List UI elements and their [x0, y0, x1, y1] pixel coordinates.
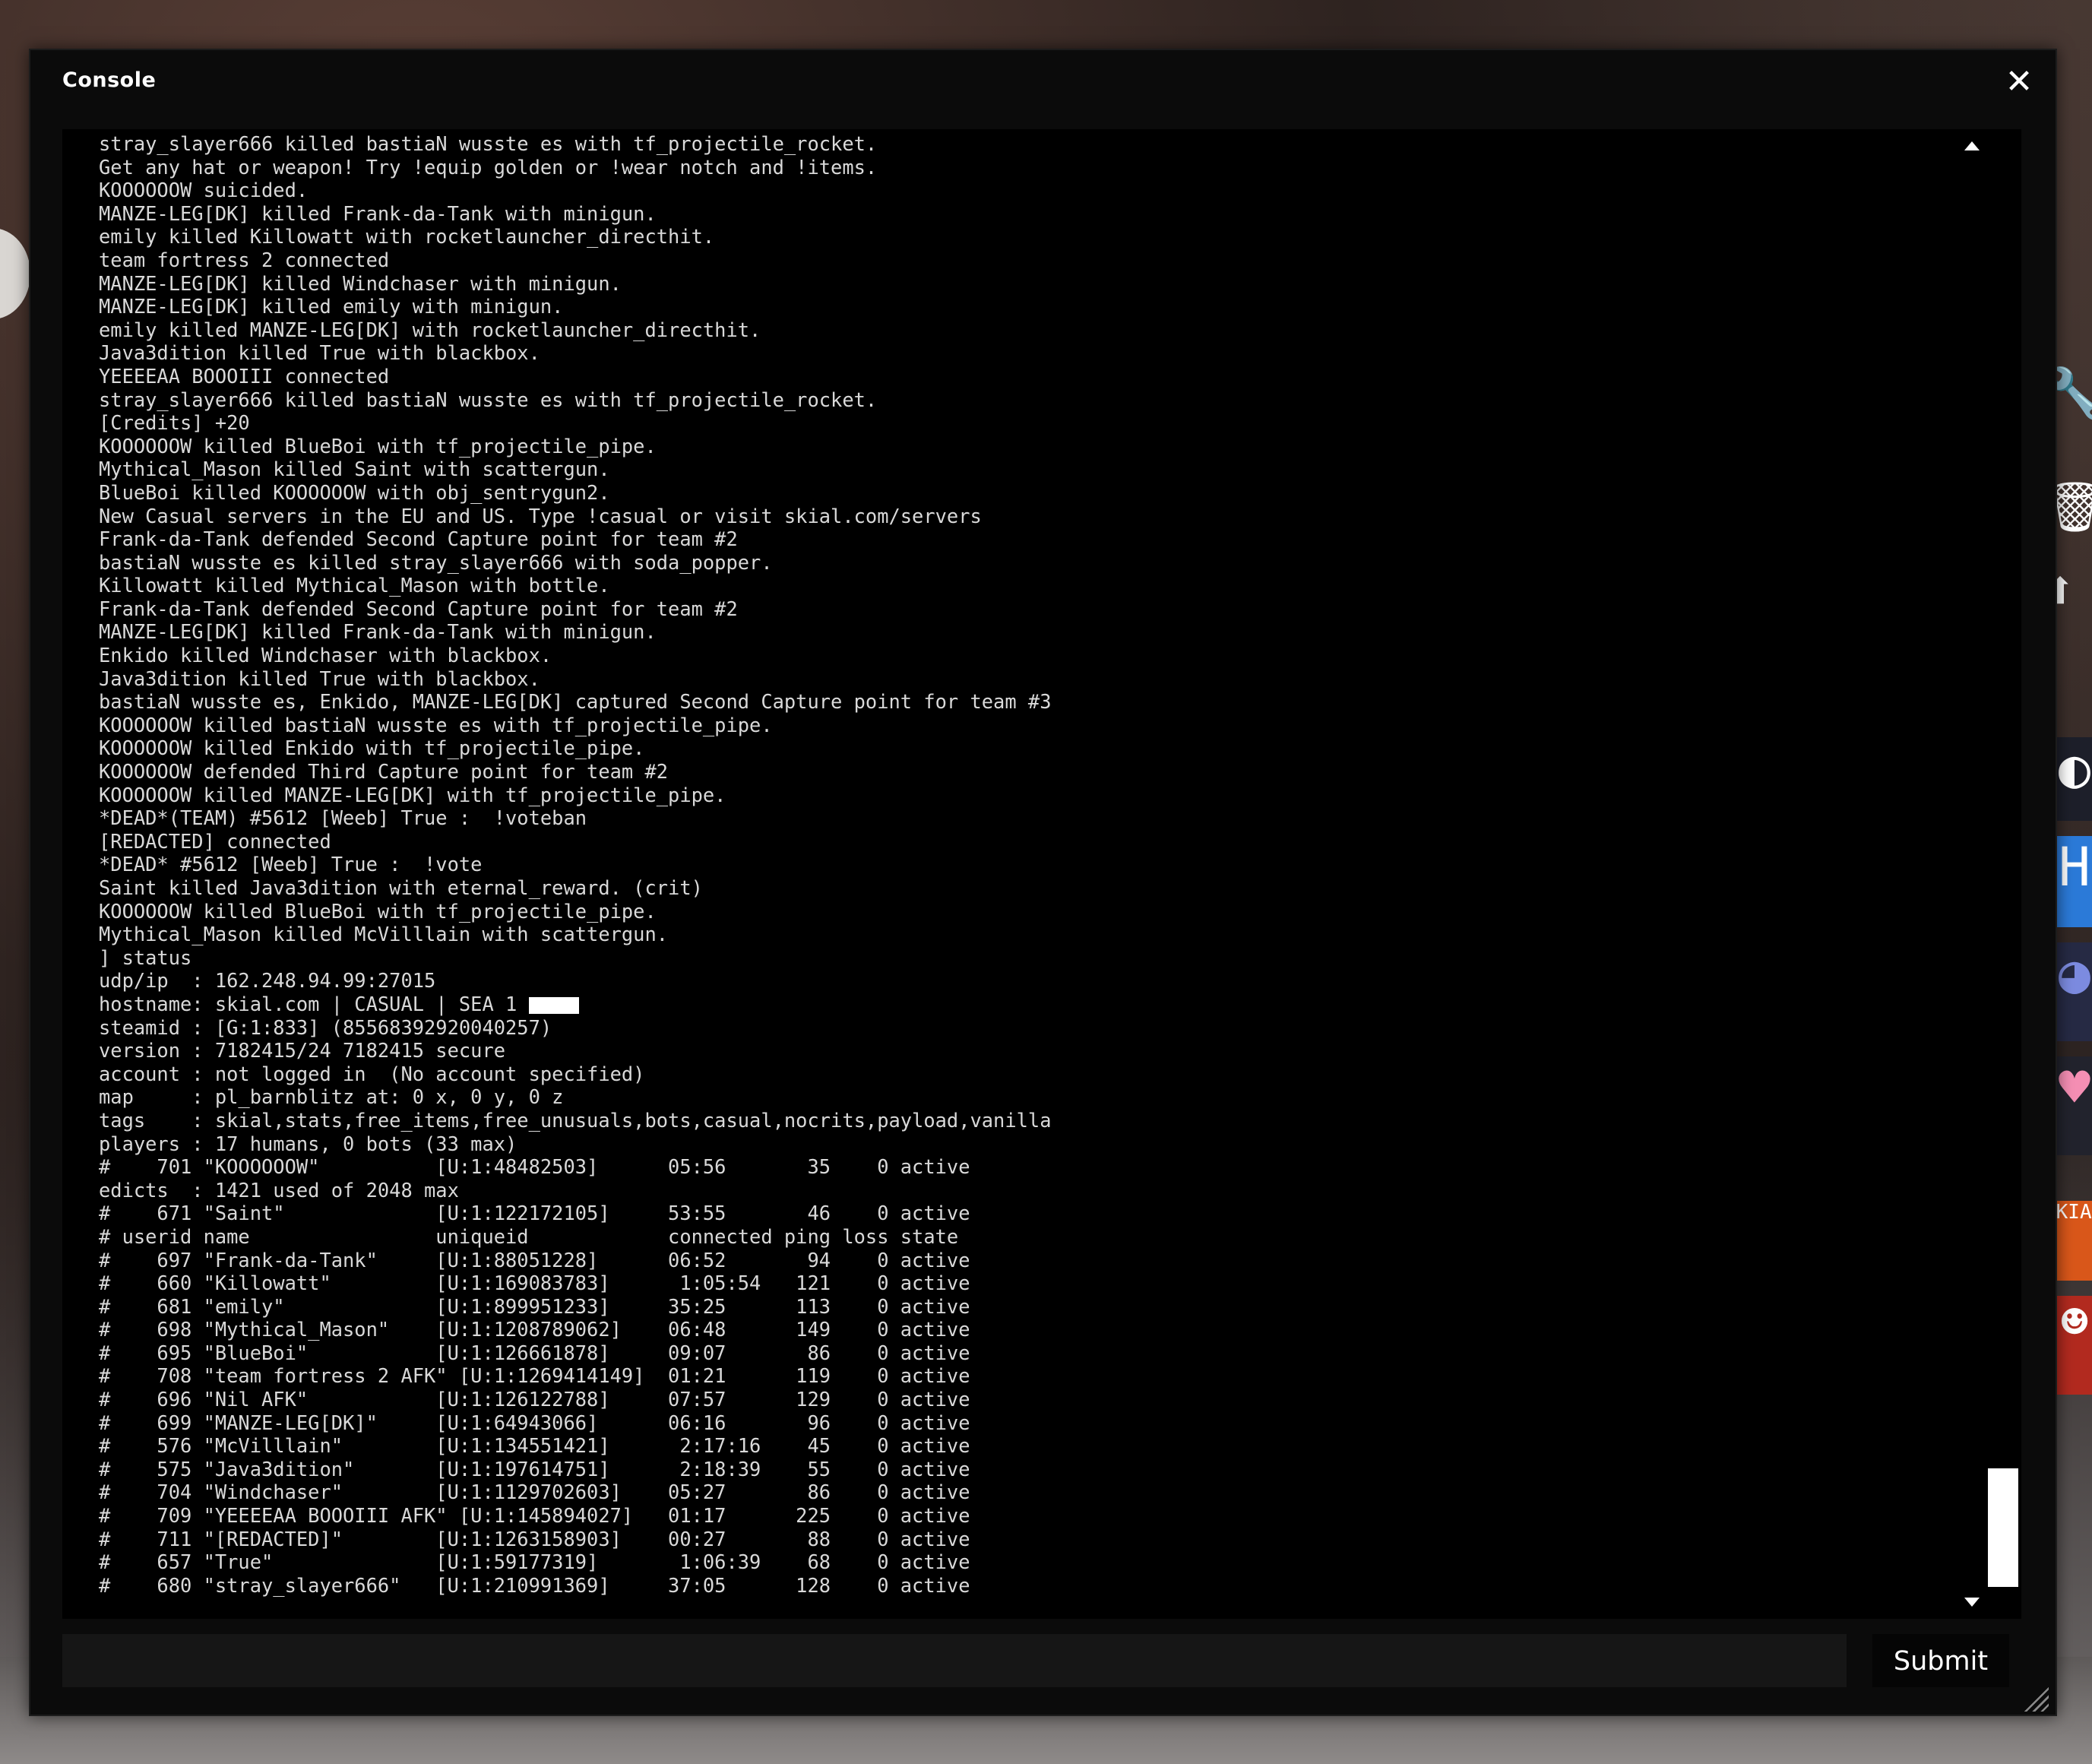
- log-line: players : 17 humans, 0 bots (33 max): [99, 1132, 517, 1155]
- log-line: Frank-da-Tank defended Second Capture po…: [99, 597, 738, 620]
- log-line: YEEEEAA BOOOIII connected: [99, 364, 390, 388]
- log-line: edicts : 1421 used of 2048 max: [99, 1178, 459, 1202]
- log-line: MANZE-LEG[DK] killed emily with minigun.: [99, 295, 564, 318]
- log-line: [Credits] +20: [99, 411, 250, 435]
- submit-button[interactable]: Submit: [1872, 1634, 2009, 1687]
- log-line: bastiaN wusste es killed stray_slayer666…: [99, 550, 773, 574]
- log-line: # 704 "Windchaser" [U:1:1129702603] 05:2…: [99, 1481, 970, 1504]
- resize-grip-icon[interactable]: [2021, 1684, 2049, 1712]
- log-line: # 657 "True" [U:1:59177319] 1:06:39 68 0…: [99, 1550, 970, 1574]
- log-line: KOOOOOOW killed Enkido with tf_projectil…: [99, 736, 645, 760]
- log-line: tags : skial,stats,free_items,free_unusu…: [99, 1108, 1052, 1132]
- log-line: map : pl_barnblitz at: 0 x, 0 y, 0 z: [99, 1085, 564, 1109]
- log-line: bastiaN wusste es, Enkido, MANZE-LEG[DK]…: [99, 690, 1052, 714]
- log-line: # 701 "KOOOOOOW" [U:1:48482503] 05:56 35…: [99, 1155, 970, 1179]
- log-line: MANZE-LEG[DK] killed Frank-da-Tank with …: [99, 201, 657, 225]
- log-line: stray_slayer666 killed bastiaN wusste es…: [99, 132, 878, 155]
- log-line: # 660 "Killowatt" [U:1:169083783] 1:05:5…: [99, 1272, 970, 1295]
- log-line: stray_slayer666 killed bastiaN wusste es…: [99, 388, 878, 411]
- log-line: # 575 "Java3dition" [U:1:197614751] 2:18…: [99, 1457, 970, 1481]
- log-line: udp/ip : 162.248.94.99:27015: [99, 969, 436, 993]
- log-line: # 711 "[REDACTED]" [U:1:1263158903] 00:2…: [99, 1527, 970, 1550]
- log-line: # 696 "Nil AFK" [U:1:126122788] 07:57 12…: [99, 1388, 970, 1411]
- log-line: *DEAD*(TEAM) #5612 [Weeb] True : !voteba…: [99, 806, 587, 830]
- log-line: team fortress 2 connected: [99, 248, 390, 271]
- log-line: account : not logged in (No account spec…: [99, 1062, 645, 1085]
- background-object: [0, 228, 30, 319]
- log-line: # 576 "McVilllain" [U:1:134551421] 2:17:…: [99, 1434, 970, 1458]
- log-line: # 680 "stray_slayer666" [U:1:210991369] …: [99, 1573, 970, 1597]
- log-line: version : 7182415/24 7182415 secure: [99, 1039, 506, 1063]
- log-line: # userid name uniqueid connected ping lo…: [99, 1224, 959, 1248]
- log-line: Get any hat or weapon! Try !equip golden…: [99, 155, 878, 179]
- log-line: KOOOOOOW killed MANZE-LEG[DK] with tf_pr…: [99, 783, 726, 806]
- log-line: MANZE-LEG[DK] killed Frank-da-Tank with …: [99, 620, 657, 644]
- log-line: ] status: [99, 945, 192, 969]
- log-line: # 699 "MANZE-LEG[DK]" [U:1:64943066] 06:…: [99, 1411, 970, 1434]
- log-line: Saint killed Java3dition with eternal_re…: [99, 876, 703, 899]
- log-line: # 708 "team fortress 2 AFK" [U:1:1269414…: [99, 1364, 970, 1388]
- console-log-area[interactable]: stray_slayer666 killed bastiaN wusste es…: [62, 129, 2021, 1619]
- log-line: KOOOOOOW defended Third Capture point fo…: [99, 760, 669, 784]
- log-line: BlueBoi killed KOOOOOOW with obj_sentryg…: [99, 480, 610, 504]
- console-title: Console: [62, 68, 157, 92]
- scroll-up-arrow-icon[interactable]: [1964, 141, 1980, 150]
- log-line: KOOOOOOW suicided.: [99, 179, 309, 202]
- log-line: New Casual servers in the EU and US. Typ…: [99, 504, 982, 527]
- log-line: MANZE-LEG[DK] killed Windchaser with min…: [99, 271, 622, 295]
- console-log: stray_slayer666 killed bastiaN wusste es…: [99, 132, 1953, 1597]
- log-line: *DEAD* #5612 [Weeb] True : !vote: [99, 853, 483, 876]
- log-line: Mythical_Mason killed Saint with scatter…: [99, 458, 610, 481]
- scrollbar-thumb[interactable]: [1988, 1468, 2018, 1587]
- console-command-input[interactable]: [62, 1634, 1847, 1687]
- log-line: steamid : [G:1:833] (85568392920040257): [99, 1015, 552, 1039]
- close-icon[interactable]: ✕: [2002, 65, 2036, 99]
- log-line: # 698 "Mythical_Mason" [U:1:1208789062] …: [99, 1318, 970, 1341]
- log-line: # 671 "Saint" [U:1:122172105] 53:55 46 0…: [99, 1202, 970, 1225]
- log-line: KOOOOOOW killed bastiaN wusste es with t…: [99, 713, 773, 736]
- log-line: [REDACTED] connected: [99, 829, 331, 853]
- log-line: Enkido killed Windchaser with blackbox.: [99, 644, 552, 667]
- log-line: Killowatt killed Mythical_Mason with bot…: [99, 574, 610, 597]
- log-line: Java3dition killed True with blackbox.: [99, 667, 540, 690]
- log-line: # 695 "BlueBoi" [U:1:126661878] 09:07 86…: [99, 1341, 970, 1364]
- redacted-bar: [528, 996, 579, 1014]
- log-line: Mythical_Mason killed McVilllain with sc…: [99, 923, 669, 946]
- log-line: hostname: skial.com | CASUAL | SEA 1: [99, 992, 529, 1015]
- log-line: # 697 "Frank-da-Tank" [U:1:88051228] 06:…: [99, 1248, 970, 1272]
- console-window: Console ✕ stray_slayer666 killed bastiaN…: [29, 49, 2057, 1716]
- log-line: # 709 "YEEEEAA BOOOIII AFK" [U:1:1458940…: [99, 1504, 970, 1528]
- log-line: Java3dition killed True with blackbox.: [99, 341, 540, 365]
- log-line: emily killed Killowatt with rocketlaunch…: [99, 225, 715, 249]
- log-line: KOOOOOOW killed BlueBoi with tf_projecti…: [99, 434, 657, 458]
- scroll-down-arrow-icon[interactable]: [1964, 1598, 1980, 1607]
- log-line: # 681 "emily" [U:1:899951233] 35:25 113 …: [99, 1294, 970, 1318]
- log-line: Frank-da-Tank defended Second Capture po…: [99, 527, 738, 551]
- log-line: emily killed MANZE-LEG[DK] with rocketla…: [99, 318, 761, 341]
- log-line: KOOOOOOW killed BlueBoi with tf_projecti…: [99, 899, 657, 923]
